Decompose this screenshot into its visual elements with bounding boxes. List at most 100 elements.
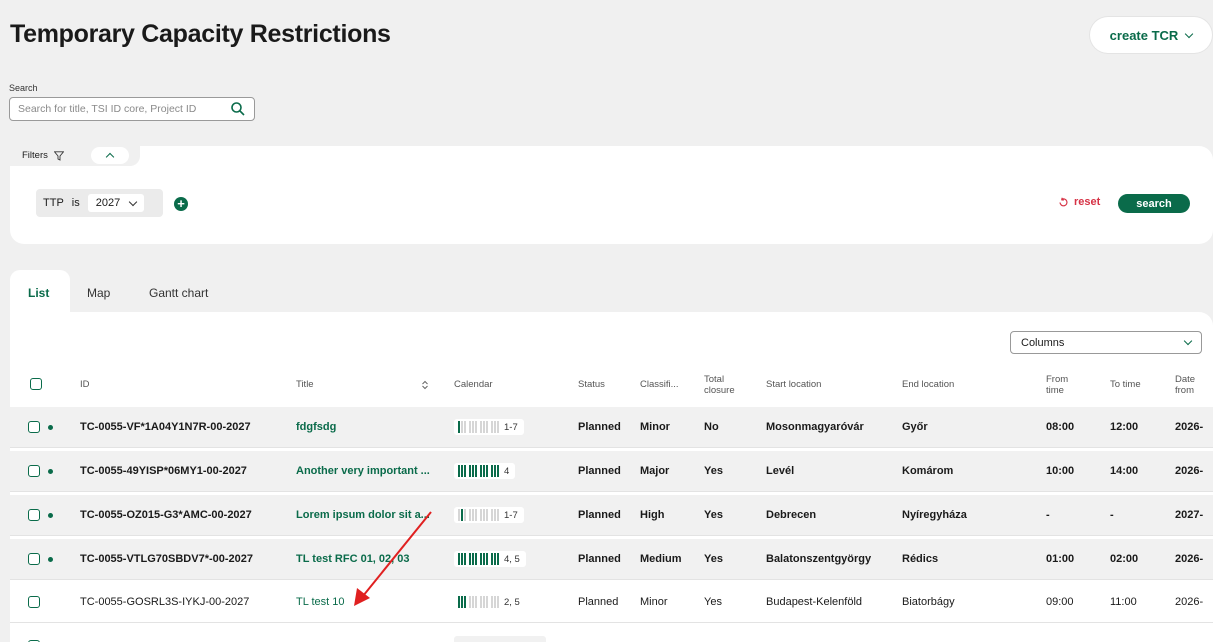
- columns-select[interactable]: Columns: [1010, 331, 1202, 354]
- cell-from-time: 09:00: [1046, 596, 1074, 608]
- sort-icon[interactable]: [421, 380, 429, 390]
- cell-to-time: -: [1110, 509, 1114, 521]
- row-checkbox[interactable]: [28, 421, 40, 433]
- row-divider: [10, 447, 1213, 448]
- create-tcr-button[interactable]: create TCR: [1090, 17, 1212, 53]
- column-header-end-location[interactable]: End location: [902, 379, 954, 390]
- search-box: [9, 97, 255, 121]
- column-header-to-time[interactable]: To time: [1110, 379, 1141, 390]
- cell-calendar[interactable]: 4: [454, 451, 516, 491]
- tab-list[interactable]: List: [28, 286, 49, 300]
- table-row[interactable]: TC-0055-OZ015-G3*AMC-00-2027 Lorem ipsum …: [10, 495, 1213, 535]
- status-dot-icon: [48, 424, 53, 430]
- search-button[interactable]: search: [1118, 194, 1190, 213]
- cell-from-time: -: [1046, 509, 1050, 521]
- calendar-widget[interactable]: 2, 5: [454, 594, 526, 610]
- search-input[interactable]: [18, 103, 230, 115]
- filter-chip-ttp[interactable]: TTP is 2027: [36, 189, 163, 217]
- cell-title[interactable]: Lorem ipsum dolor sit a...: [296, 495, 446, 535]
- calendar-widget[interactable]: 1-7: [454, 419, 524, 435]
- cell-start-location: Mosonmagyaróvár: [766, 421, 864, 433]
- cell-calendar[interactable]: 1-7: [454, 495, 524, 535]
- cell-end-location: Komárom: [902, 465, 954, 477]
- calendar-label: 2, 5: [504, 596, 520, 608]
- calendar-widget[interactable]: [454, 636, 546, 642]
- column-header-status[interactable]: Status: [578, 379, 605, 390]
- calendar-widget[interactable]: 4, 5: [454, 551, 526, 567]
- row-checkbox[interactable]: [28, 465, 40, 477]
- reset-label: reset: [1074, 196, 1101, 208]
- cell-status: Planned: [578, 421, 621, 433]
- cell-title[interactable]: TL test 10: [296, 582, 446, 622]
- row-checkbox[interactable]: [28, 509, 40, 521]
- cell-id: TC-0055-OZ015-G3*AMC-00-2027: [80, 509, 252, 521]
- cell-classification: High: [640, 509, 665, 521]
- table-row[interactable]: [10, 628, 1213, 642]
- column-header-from-time[interactable]: From time: [1046, 374, 1076, 396]
- row-divider: [10, 491, 1213, 492]
- filters-label: Filters: [22, 150, 48, 161]
- cell-date-from: 2026-: [1175, 421, 1204, 433]
- cell-end-location: Győr: [902, 421, 928, 433]
- table-row[interactable]: TC-0055-VF*1A04Y1N7R-00-2027 fdgfsdg Plann…: [10, 407, 1213, 447]
- cell-classification: Minor: [640, 596, 668, 608]
- tab-map[interactable]: Map: [87, 286, 110, 300]
- status-dot-icon: [48, 556, 53, 562]
- select-all-checkbox[interactable]: [30, 378, 42, 390]
- cell-total-closure: Yes: [704, 465, 723, 477]
- reset-button[interactable]: reset: [1058, 196, 1100, 208]
- cell-classification: Minor: [640, 421, 670, 433]
- calendar-bars: [458, 509, 499, 521]
- column-header-id[interactable]: ID: [80, 379, 90, 390]
- table-row[interactable]: TC-0055-VTLG70SBDV7*-00-2027 TL test RFC …: [10, 539, 1213, 579]
- row-select-cell: [28, 451, 53, 491]
- cell-title[interactable]: Another very important ...: [296, 451, 446, 491]
- cell-calendar[interactable]: 1-7: [454, 407, 524, 447]
- chevron-down-icon: [128, 197, 138, 206]
- cell-calendar[interactable]: 2, 5: [454, 582, 526, 622]
- cell-from-time: 01:00: [1046, 553, 1075, 565]
- tab-gantt-chart[interactable]: Gantt chart: [149, 286, 208, 300]
- cell-total-closure: Yes: [704, 553, 723, 565]
- cell-title[interactable]: TL test RFC 01, 02, 03: [296, 539, 446, 579]
- cell-total-closure: Yes: [704, 596, 722, 608]
- add-filter-icon[interactable]: +: [174, 197, 188, 211]
- cell-to-time: 12:00: [1110, 421, 1139, 433]
- cell-title[interactable]: fdgfsdg: [296, 407, 446, 447]
- cell-end-location: Nyíregyháza: [902, 509, 967, 521]
- search-icon[interactable]: [230, 101, 246, 117]
- cell-end-location: Rédics: [902, 553, 939, 565]
- cell-to-time: 11:00: [1110, 596, 1137, 608]
- column-header-total-closure[interactable]: Total closure: [704, 374, 748, 396]
- calendar-bars: [458, 421, 499, 433]
- table-row[interactable]: TC-0055-GOSRL3S-IYKJ-00-2027 TL test 10 Pl…: [10, 582, 1213, 622]
- calendar-bars: [458, 553, 499, 565]
- cell-start-location: Budapest-Kelenföld: [766, 596, 863, 608]
- filters-toggle[interactable]: Filters: [22, 150, 64, 161]
- filter-value-select[interactable]: 2027: [87, 194, 145, 212]
- cell-date-from: 2026-: [1175, 553, 1204, 565]
- filter-icon: [53, 150, 64, 161]
- cell-to-time: 14:00: [1110, 465, 1139, 477]
- column-header-calendar[interactable]: Calendar: [454, 379, 493, 390]
- table-row[interactable]: TC-0055-49YISP*06MY1-00-2027 Another very…: [10, 451, 1213, 491]
- row-checkbox[interactable]: [28, 596, 40, 608]
- column-header-title[interactable]: Title: [296, 379, 314, 390]
- column-header-date-from[interactable]: Date from: [1175, 374, 1205, 396]
- cell-start-location: Debrecen: [766, 509, 817, 521]
- calendar-widget[interactable]: 1-7: [454, 507, 524, 523]
- calendar-label: 1-7: [504, 509, 518, 521]
- row-checkbox[interactable]: [28, 553, 40, 565]
- cell-calendar[interactable]: 4, 5: [454, 539, 526, 579]
- filters-panel: [10, 146, 1213, 244]
- calendar-bars: [458, 465, 499, 477]
- row-select-cell: [28, 495, 53, 535]
- calendar-widget[interactable]: 4: [454, 463, 516, 479]
- calendar-label: 4, 5: [504, 553, 520, 565]
- columns-label: Columns: [1021, 336, 1065, 349]
- column-header-start-location[interactable]: Start location: [766, 379, 821, 390]
- cell-start-location: Balatonszentgyörgy: [766, 553, 872, 565]
- column-header-classification[interactable]: Classifi...: [640, 379, 679, 390]
- filter-value: 2027: [95, 197, 121, 209]
- collapse-filters-button[interactable]: [91, 147, 129, 164]
